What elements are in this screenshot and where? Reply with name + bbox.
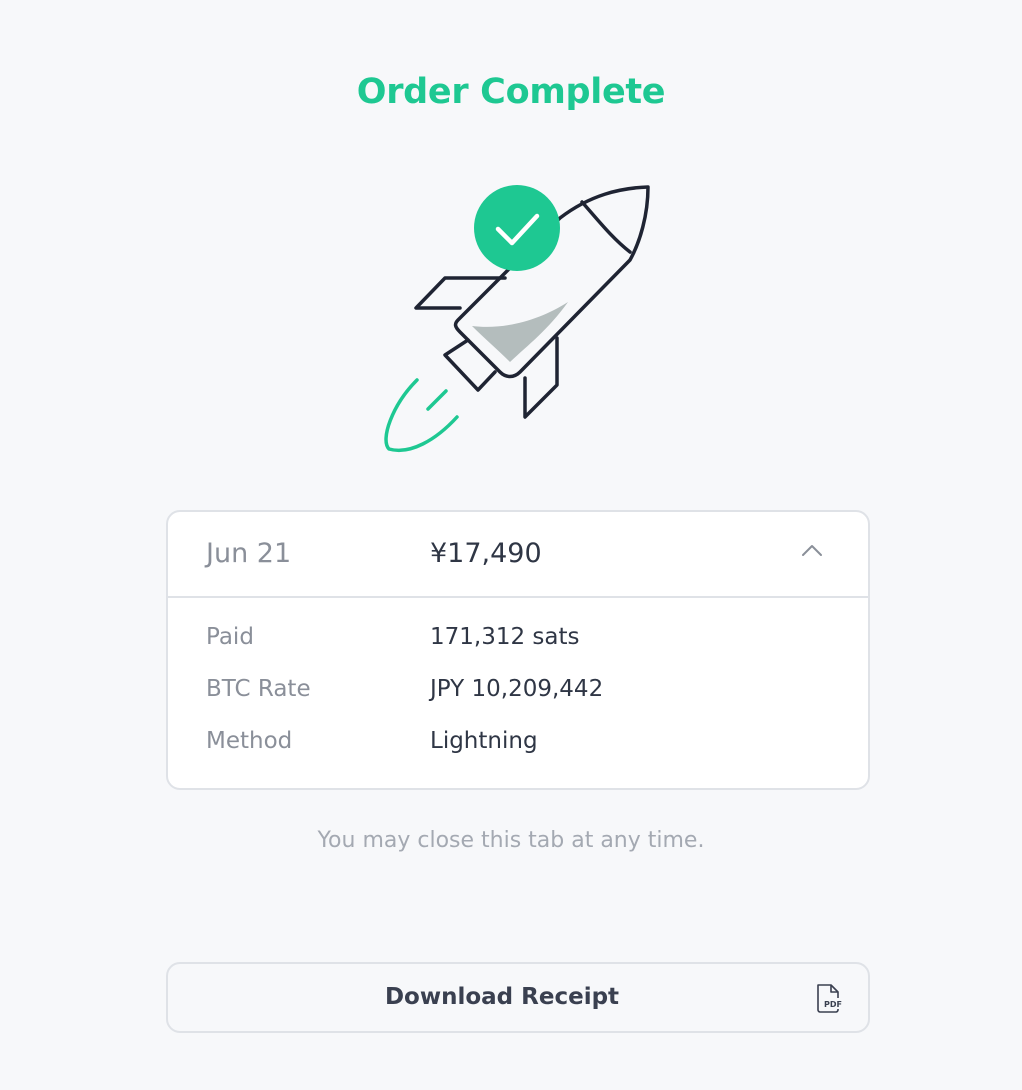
order-complete-page: Order Complete Jun 21 ¥17,490 Paid 171,3… <box>0 0 1022 1090</box>
flame-icon <box>384 378 459 452</box>
download-receipt-label: Download Receipt <box>384 984 620 1010</box>
rocket-illustration <box>380 180 660 460</box>
rocket-shade <box>472 302 568 362</box>
order-date: Jun 21 <box>206 538 292 569</box>
order-summary-header[interactable]: Jun 21 ¥17,490 <box>168 512 868 598</box>
detail-label: Method <box>206 728 293 754</box>
download-receipt-button[interactable]: Download Receipt PDF <box>166 962 870 1033</box>
detail-row-paid: Paid 171,312 sats <box>168 624 868 676</box>
detail-label: Paid <box>206 624 254 650</box>
close-tab-note: You may close this tab at any time. <box>317 828 705 853</box>
order-details: Paid 171,312 sats BTC Rate JPY 10,209,44… <box>168 598 868 780</box>
order-summary-card: Jun 21 ¥17,490 Paid 171,312 sats BTC Rat… <box>166 510 870 790</box>
detail-label: BTC Rate <box>206 676 311 702</box>
page-title: Order Complete <box>356 72 666 112</box>
detail-value: JPY 10,209,442 <box>430 676 604 702</box>
order-amount: ¥17,490 <box>430 538 542 569</box>
pdf-badge: PDF <box>824 1000 842 1009</box>
checkmark-icon <box>474 185 560 271</box>
chevron-up-icon[interactable] <box>800 542 824 558</box>
detail-value: 171,312 sats <box>430 624 580 650</box>
detail-row-method: Method Lightning <box>168 728 868 780</box>
pdf-file-icon: PDF <box>817 984 843 1013</box>
detail-value: Lightning <box>430 728 538 754</box>
detail-row-btc-rate: BTC Rate JPY 10,209,442 <box>168 676 868 728</box>
